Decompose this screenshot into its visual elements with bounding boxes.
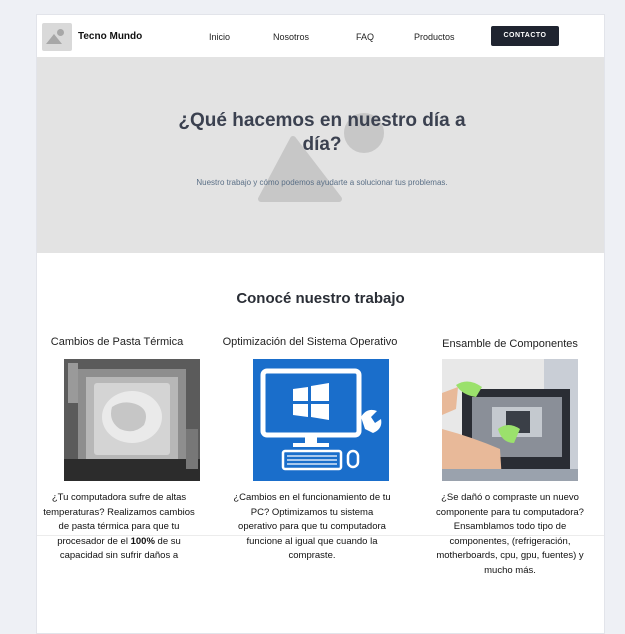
card-title-ensamble: Ensamble de Componentes: [442, 338, 578, 350]
cpu-thermal-paste-image: [64, 359, 200, 481]
nav-link-inicio[interactable]: Inicio: [209, 32, 230, 42]
windows-os-image: [253, 359, 389, 481]
brand-name[interactable]: Tecno Mundo: [78, 31, 142, 42]
navbar: Tecno Mundo Inicio Nosotros FAQ Producto…: [37, 15, 604, 57]
card-text-optimizacion: ¿Cambios en el funcionamiento de tu PC? …: [233, 492, 391, 561]
hero-subtitle: Nuestro trabajo y cómo podemos ayudarte …: [196, 178, 448, 187]
page: Tecno Mundo Inicio Nosotros FAQ Producto…: [36, 14, 605, 634]
card-title-optimizacion: Optimización del Sistema Operativo: [222, 336, 398, 348]
hero-title: ¿Qué hacemos en nuestro día a día?: [178, 110, 466, 155]
card-title-pasta: Cambios de Pasta Térmica: [50, 336, 184, 348]
component-assembly-image: [442, 359, 578, 481]
percent-highlight: 100%: [130, 535, 155, 547]
logo-placeholder-icon[interactable]: [42, 23, 72, 51]
divider: [37, 535, 604, 536]
nav-link-nosotros[interactable]: Nosotros: [273, 32, 309, 42]
nav-link-productos[interactable]: Productos: [414, 32, 455, 42]
nav-link-faq[interactable]: FAQ: [356, 32, 374, 42]
section-title: Conocé nuestro trabajo: [236, 290, 405, 307]
card-text-pasta: ¿Tu computadora sufre de altas temperatu…: [43, 492, 195, 561]
contact-button[interactable]: CONTACTO: [491, 26, 559, 46]
hero-section: ¿Qué hacemos en nuestro día a día? Nuest…: [37, 57, 604, 253]
